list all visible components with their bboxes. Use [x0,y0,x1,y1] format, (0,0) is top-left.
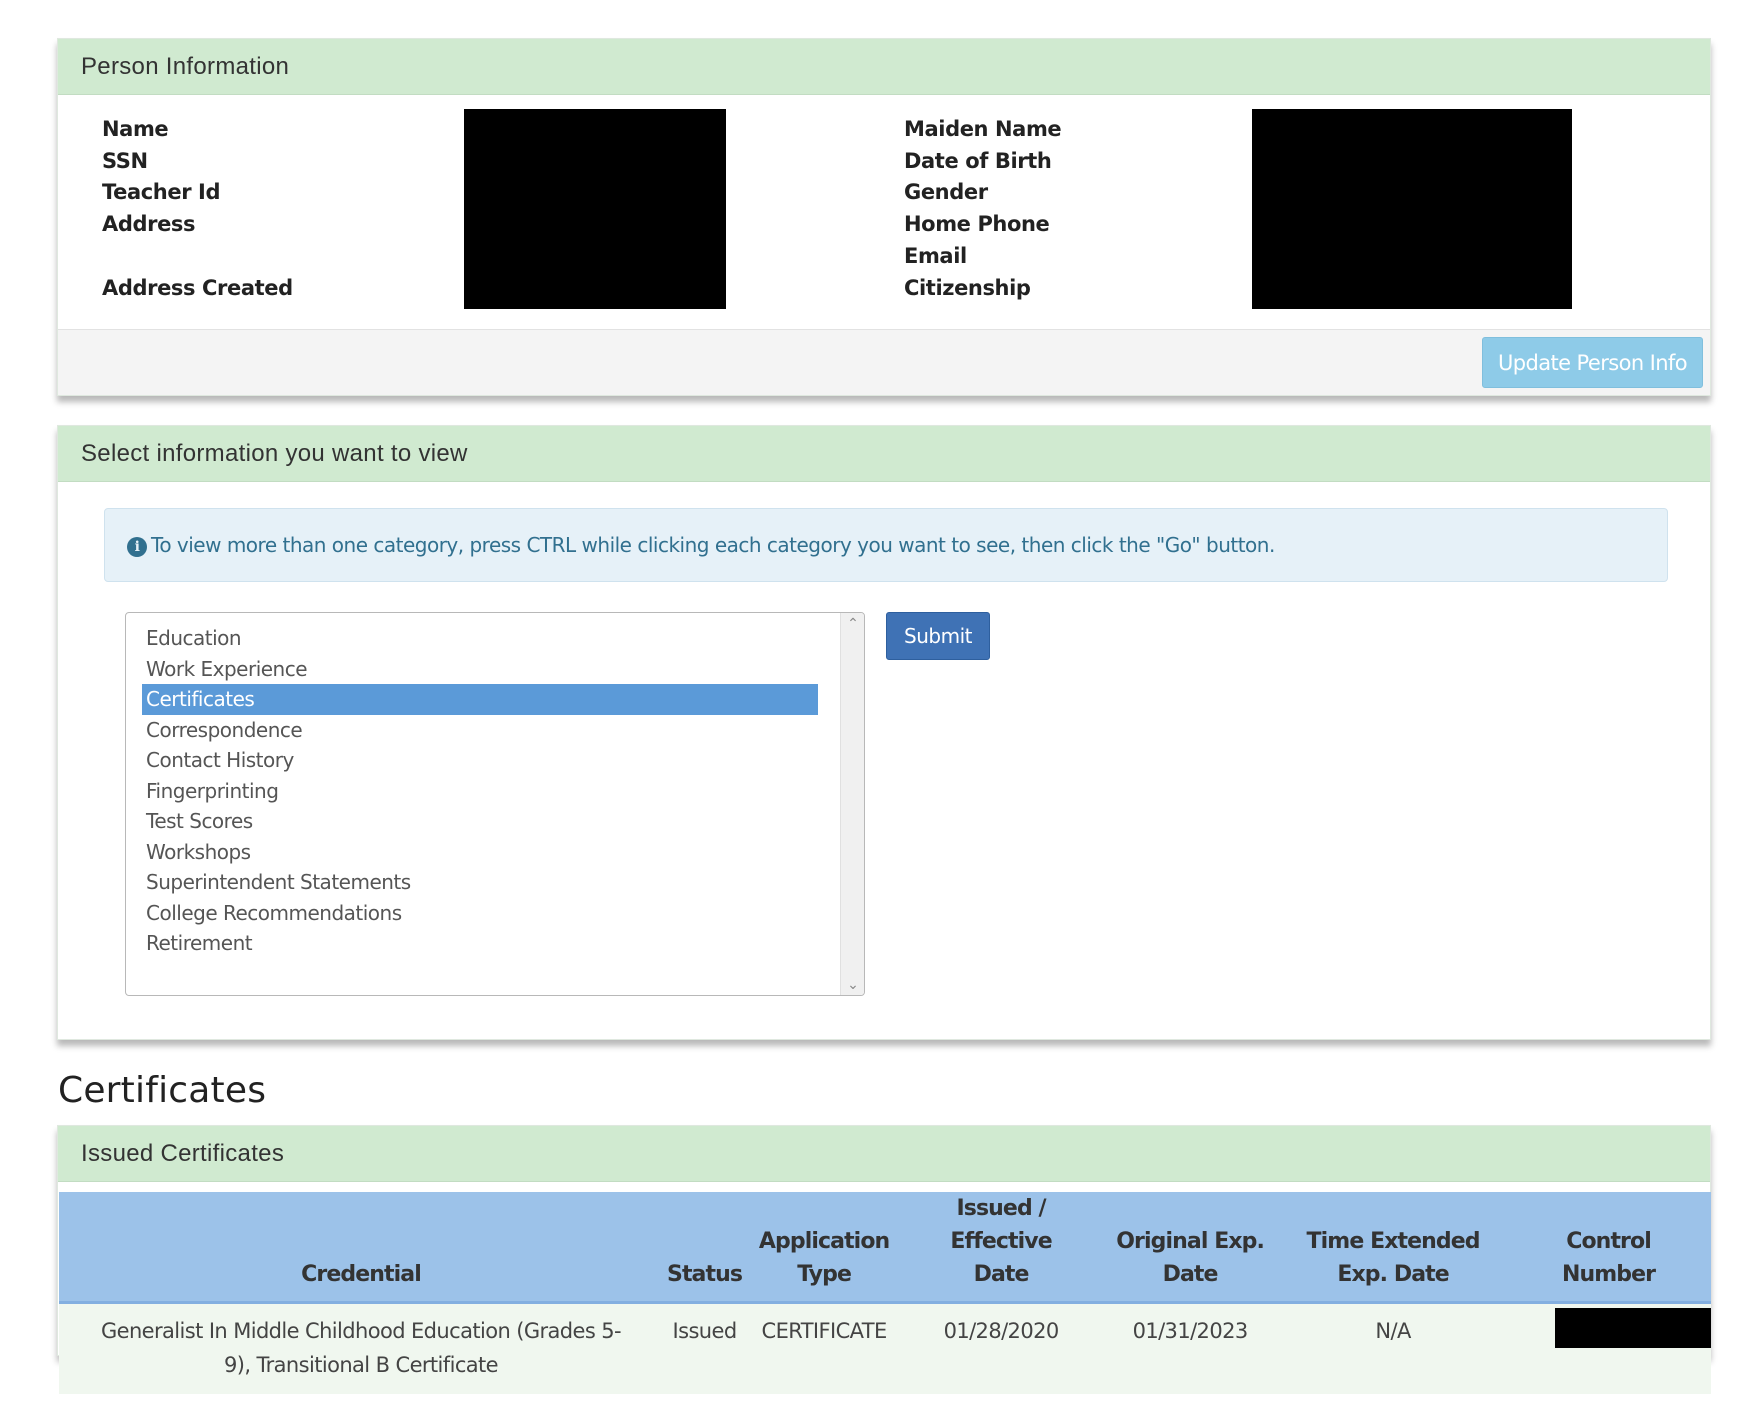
issued-certificates-heading: Issued Certificates [58,1126,1710,1182]
redacted-person-values-right [1252,109,1572,309]
date-of-birth-label: Date of Birth [904,149,1052,173]
issued-date-cell: 01/28/2020 [902,1302,1101,1394]
person-information-panel: Person Information Name SSN Teacher Id A… [57,38,1711,396]
control-number-column-header: Control Number [1506,1192,1711,1304]
category-option-workshops[interactable]: Workshops [142,837,818,868]
ssn-label: SSN [102,149,148,173]
category-listbox[interactable]: Education Work Experience Certificates C… [125,612,865,996]
person-information-heading: Person Information [58,39,1710,95]
category-option-superintendent-statements[interactable]: Superintendent Statements [142,867,818,898]
table-header-row: Credential Status Application Type Issued… [59,1192,1711,1304]
address-label: Address [102,212,196,236]
control-number-cell [1506,1302,1711,1394]
category-option-work-experience[interactable]: Work Experience [142,654,818,685]
credential-column-header: Credential [59,1192,663,1304]
time-extended-exp-date-cell: N/A [1280,1302,1507,1394]
listbox-scrollbar[interactable]: ⌃ ⌄ [840,613,864,995]
address-created-label: Address Created [102,276,293,300]
category-option-test-scores[interactable]: Test Scores [142,806,818,837]
home-phone-label: Home Phone [904,212,1050,236]
email-label: Email [904,244,967,268]
info-alert-text: To view more than one category, press CT… [151,533,1275,557]
category-option-education[interactable]: Education [142,623,818,654]
time-extended-exp-date-column-header: Time Extended Exp. Date [1280,1192,1507,1304]
gender-label: Gender [904,180,988,204]
person-info-grid: Name SSN Teacher Id Address Address Crea… [58,95,1710,330]
name-label: Name [102,117,169,141]
chevron-down-icon[interactable]: ⌄ [841,976,864,993]
issued-effective-date-column-header: Issued / Effective Date [902,1192,1101,1304]
category-option-retirement[interactable]: Retirement [142,928,818,959]
original-exp-date-column-header: Original Exp. Date [1100,1192,1281,1304]
original-exp-date-cell: 01/31/2023 [1100,1302,1281,1394]
info-circle-icon: i [127,537,147,557]
teacher-id-label: Teacher Id [102,180,221,204]
category-option-certificates[interactable]: Certificates [142,684,818,715]
table-row: Generalist In Middle Childhood Education… [59,1302,1711,1394]
application-type-column-header: Application Type [746,1192,903,1304]
issued-certificates-panel: Issued Certificates Credential Status Ap… [57,1125,1711,1394]
info-alert: i To view more than one category, press C… [104,508,1668,582]
select-information-panel: Select information you want to view i To … [57,425,1711,1040]
select-information-heading: Select information you want to view [58,426,1710,482]
credential-cell: Generalist In Middle Childhood Education… [59,1302,663,1394]
application-type-cell: CERTIFICATE [746,1302,903,1394]
category-option-college-recommendations[interactable]: College Recommendations [142,898,818,929]
category-option-fingerprinting[interactable]: Fingerprinting [142,776,818,807]
redacted-control-number [1555,1308,1711,1348]
person-panel-footer: Update Person Info [58,329,1710,395]
certificates-section-title: Certificates [58,1070,267,1111]
update-person-info-button[interactable]: Update Person Info [1482,337,1703,388]
redacted-person-values-left [464,109,726,309]
maiden-name-label: Maiden Name [904,117,1062,141]
status-column-header: Status [663,1192,747,1304]
submit-button[interactable]: Submit [886,612,990,660]
category-option-contact-history[interactable]: Contact History [142,745,818,776]
category-option-correspondence[interactable]: Correspondence [142,715,818,746]
category-list: Education Work Experience Certificates C… [142,623,818,959]
status-cell: Issued [663,1302,747,1394]
citizenship-label: Citizenship [904,276,1031,300]
chevron-up-icon[interactable]: ⌃ [841,615,864,632]
certificates-table: Credential Status Application Type Issued… [59,1192,1711,1394]
